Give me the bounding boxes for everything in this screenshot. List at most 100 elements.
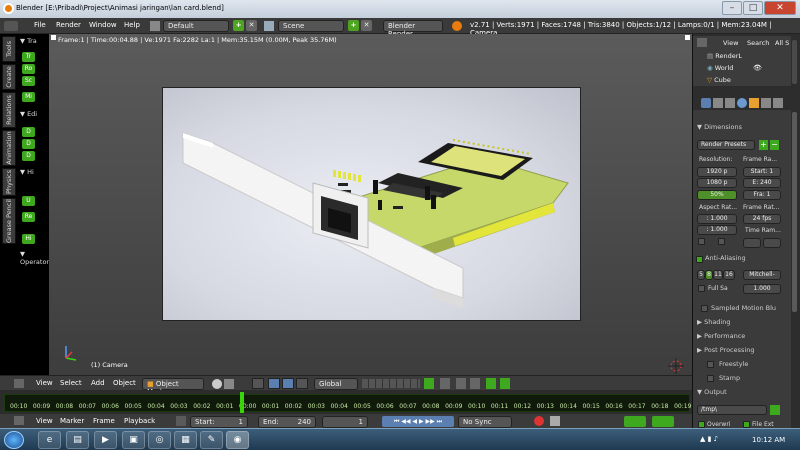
- snap-target-icon[interactable]: [470, 378, 480, 389]
- crop-checkbox[interactable]: [718, 238, 725, 245]
- current-frame-indicator[interactable]: [240, 392, 244, 413]
- aa-size-field[interactable]: 1.000: [743, 284, 781, 294]
- tab-animation[interactable]: Animation: [2, 130, 16, 166]
- taskbar-ie-icon[interactable]: e: [38, 431, 61, 449]
- tab-grease-pencil[interactable]: Grease Pencil: [2, 198, 16, 244]
- time-remap-new-field[interactable]: [763, 238, 781, 248]
- outliner-menu-all-scenes[interactable]: All S: [775, 39, 789, 47]
- menu-add[interactable]: Add: [91, 379, 105, 387]
- mirror-button[interactable]: Mi: [22, 92, 35, 102]
- constraints-tab-icon[interactable]: [761, 98, 771, 108]
- tab-create[interactable]: Create: [2, 64, 16, 90]
- tab-physics[interactable]: Physics: [2, 168, 16, 196]
- keying-set-icon[interactable]: [550, 416, 560, 426]
- output-path-field[interactable]: /tmp\: [697, 405, 767, 415]
- layout-selector[interactable]: Default: [163, 20, 229, 32]
- output-panel-header[interactable]: ▼ Output: [697, 388, 782, 399]
- properties-scrollbar[interactable]: [792, 112, 797, 312]
- render-tab-icon[interactable]: [701, 98, 711, 108]
- corner-handle-icon[interactable]: [685, 35, 690, 40]
- corner-handle-icon[interactable]: [51, 35, 56, 40]
- taskbar-paint-icon[interactable]: ✎: [200, 431, 223, 449]
- anti-aliasing-panel-header[interactable]: Anti-Aliasing: [705, 254, 790, 265]
- remove-layout-button[interactable]: ✕: [246, 20, 257, 31]
- remove-scene-button[interactable]: ✕: [361, 20, 372, 31]
- manipulator-toggle-icon[interactable]: [252, 378, 264, 389]
- post-processing-panel-header[interactable]: ▶ Post Processing: [697, 346, 782, 357]
- menu-marker[interactable]: Marker: [60, 417, 84, 425]
- menu-playback[interactable]: Playback: [124, 417, 155, 425]
- delete-button[interactable]: D: [22, 151, 35, 161]
- start-frame-field[interactable]: Start: 1: [190, 416, 248, 428]
- editor-type-icon[interactable]: [14, 416, 24, 425]
- tray-icons[interactable]: ▲ ▮ ♪: [700, 435, 718, 443]
- object-tab-icon[interactable]: [749, 98, 759, 108]
- start-button-icon[interactable]: [4, 431, 24, 449]
- menu-file[interactable]: File: [34, 21, 46, 29]
- aa-samples-5[interactable]: 5: [697, 270, 705, 280]
- timeline-track[interactable]: 00:10 00:09 00:08 00:07 00:06 00:05 00:04 00:03…: [4, 394, 691, 412]
- aa-samples-16[interactable]: 16: [723, 270, 735, 280]
- layout-icon[interactable]: [150, 21, 160, 31]
- panel-edit-header[interactable]: ▼ Edi: [20, 110, 48, 119]
- panel-history-header[interactable]: ▼ Hi: [20, 168, 48, 177]
- menu-help[interactable]: Help: [124, 21, 140, 29]
- taskbar-chrome-icon[interactable]: ◎: [148, 431, 171, 449]
- proportional-edit-icon[interactable]: [440, 378, 450, 389]
- performance-panel-header[interactable]: ▶ Performance: [697, 332, 782, 343]
- add-preset-button[interactable]: +: [759, 140, 768, 150]
- aa-samples-8[interactable]: 8: [705, 270, 713, 280]
- record-icon[interactable]: [534, 416, 544, 426]
- frame-start-field[interactable]: Start: 1: [743, 167, 781, 177]
- menu-object[interactable]: Object: [113, 379, 136, 387]
- scale-button[interactable]: Sc: [22, 76, 35, 86]
- insert-keyframe-button[interactable]: [624, 416, 646, 427]
- orientation-selector[interactable]: Global: [314, 378, 358, 390]
- panel-transform-header[interactable]: ▼ Tra: [20, 37, 48, 46]
- undo-button[interactable]: U: [22, 196, 35, 206]
- taskbar-explorer-icon[interactable]: ▤: [66, 431, 89, 449]
- maximize-button[interactable]: □: [743, 1, 763, 15]
- lock-camera-icon[interactable]: [424, 378, 434, 389]
- menu-view[interactable]: View: [36, 379, 53, 387]
- freestyle-panel-header[interactable]: Freestyle: [695, 360, 785, 371]
- visibility-eye-icon[interactable]: 👁: [753, 64, 762, 72]
- close-button[interactable]: ✕: [764, 1, 796, 15]
- scene-selector[interactable]: Scene: [278, 20, 344, 32]
- keyframe-icon[interactable]: [176, 416, 186, 426]
- menu-window[interactable]: Window: [89, 21, 117, 29]
- frame-step-field[interactable]: Fra: 1: [743, 190, 781, 200]
- taskbar-pdf-icon[interactable]: ▦: [174, 431, 197, 449]
- translate-button[interactable]: Tr: [22, 52, 35, 62]
- overwrite-checkbox[interactable]: [698, 421, 705, 428]
- menu-select[interactable]: Select: [60, 379, 82, 387]
- editor-type-icon[interactable]: [4, 21, 18, 31]
- border-checkbox[interactable]: [698, 238, 705, 245]
- motion-blur-panel-header[interactable]: Sampled Motion Blu: [695, 304, 785, 315]
- anti-aliasing-checkbox[interactable]: [696, 256, 703, 263]
- render-engine-selector[interactable]: Blender Render: [383, 20, 443, 38]
- scale-manipulator-icon[interactable]: [296, 378, 308, 389]
- taskbar-blender-icon[interactable]: ◉: [226, 431, 249, 449]
- resolution-y-field[interactable]: 1080 p: [697, 178, 737, 188]
- delete-keyframe-button[interactable]: [652, 416, 674, 427]
- render-presets-menu[interactable]: Render Presets: [697, 140, 755, 150]
- file-extensions-checkbox[interactable]: [743, 421, 750, 428]
- aspect-x-field[interactable]: : 1.000: [697, 214, 737, 224]
- outliner-menu-search[interactable]: Search: [747, 39, 769, 47]
- aa-filter-selector[interactable]: Mitchell-: [743, 270, 781, 280]
- menu-render[interactable]: Render: [56, 21, 81, 29]
- resolution-percent-slider[interactable]: 50%: [697, 190, 737, 200]
- scene-tab-icon[interactable]: [725, 98, 735, 108]
- redo-button[interactable]: Re: [22, 212, 35, 222]
- tab-tools[interactable]: Tools: [2, 36, 16, 62]
- duplicate-linked-button[interactable]: D: [22, 139, 35, 149]
- minimize-button[interactable]: –: [722, 1, 742, 15]
- scene-icon[interactable]: [264, 21, 274, 31]
- aa-samples-11[interactable]: 11: [713, 270, 723, 280]
- time-remap-old-field[interactable]: [743, 238, 761, 248]
- remove-preset-button[interactable]: −: [770, 140, 779, 150]
- shading-icon[interactable]: [212, 379, 222, 389]
- editor-type-icon[interactable]: [14, 379, 24, 388]
- render-preview-icon[interactable]: [486, 378, 496, 389]
